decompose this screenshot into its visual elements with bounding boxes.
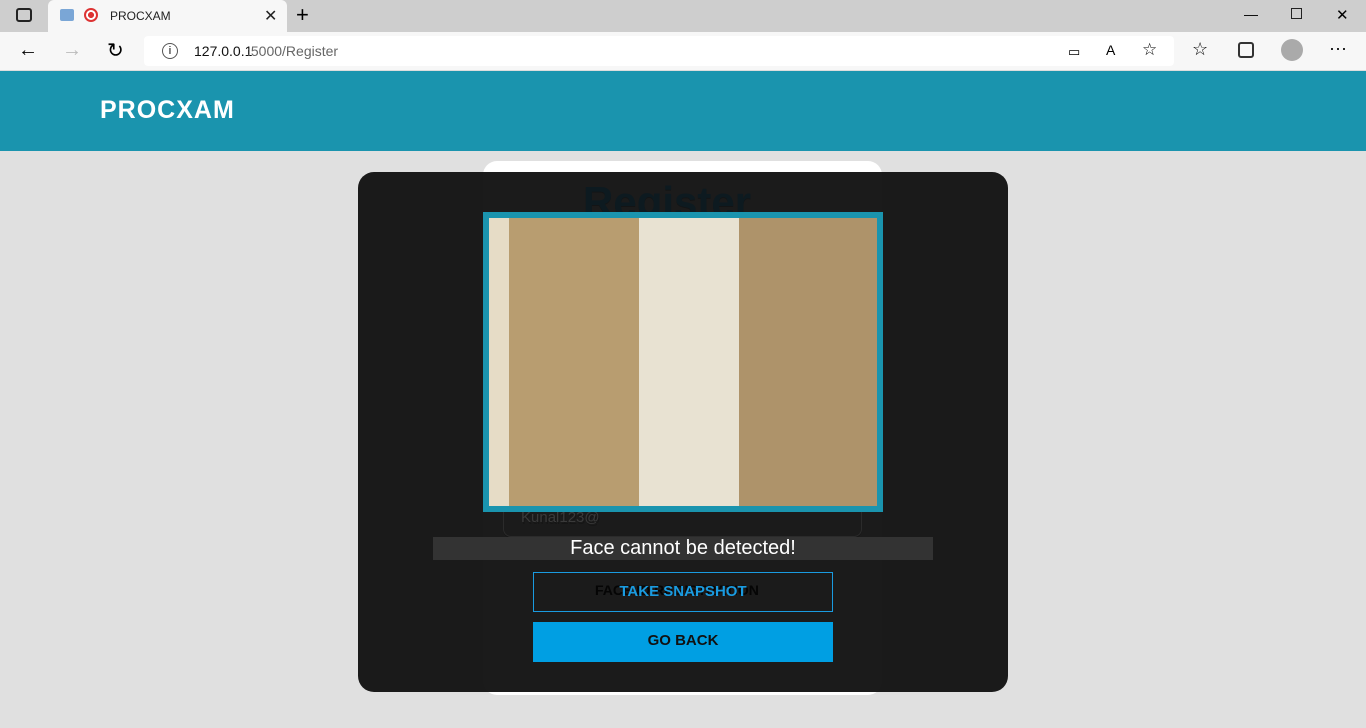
browser-tab[interactable]: PROCXAM ✕ xyxy=(48,0,287,32)
back-icon[interactable]: ← xyxy=(18,39,38,62)
webcam-video xyxy=(483,212,883,512)
go-back-button[interactable]: GO BACK xyxy=(533,622,833,662)
forward-icon[interactable]: → xyxy=(62,39,82,62)
profile-avatar[interactable] xyxy=(1281,39,1303,61)
info-icon[interactable]: i xyxy=(162,43,178,59)
favicon-icon xyxy=(60,9,74,21)
url-host: 127.0.0.1 xyxy=(194,43,253,59)
close-tab-icon[interactable]: ✕ xyxy=(264,6,277,26)
tab-actions-icon[interactable] xyxy=(16,8,32,22)
url-path: :5000/Register xyxy=(247,43,339,59)
favorites-icon[interactable]: ☆ xyxy=(1192,39,1208,60)
close-window-icon[interactable]: ✕ xyxy=(1336,6,1349,24)
add-favorite-icon[interactable]: ☆ xyxy=(1142,40,1157,60)
read-aloud-icon[interactable]: A xyxy=(1106,42,1115,58)
site-header: PROCXAM xyxy=(0,71,1366,151)
restore-icon[interactable] xyxy=(1291,8,1302,19)
reload-icon[interactable]: ↻ xyxy=(107,38,124,63)
recording-icon xyxy=(84,8,98,22)
new-tab-icon[interactable]: + xyxy=(296,2,309,28)
more-icon[interactable]: ··· xyxy=(1329,38,1347,59)
minimize-icon[interactable]: — xyxy=(1244,6,1258,22)
tab-bar: PROCXAM ✕ + — ✕ xyxy=(0,0,1366,32)
address-bar-row: ← → ↻ i 127.0.0.1 :5000/Register ▭ A ☆ ☆… xyxy=(0,32,1366,71)
url-input[interactable]: i 127.0.0.1 :5000/Register ▭ A ☆ xyxy=(144,36,1174,66)
take-snapshot-button[interactable]: TAKE SNAPSHOT xyxy=(533,572,833,612)
tab-title: PROCXAM xyxy=(110,9,171,23)
camera-icon[interactable]: ▭ xyxy=(1068,44,1080,60)
collections-icon[interactable] xyxy=(1238,42,1254,58)
brand-logo[interactable]: PROCXAM xyxy=(100,96,235,125)
face-detection-message: Face cannot be detected! xyxy=(433,537,933,560)
